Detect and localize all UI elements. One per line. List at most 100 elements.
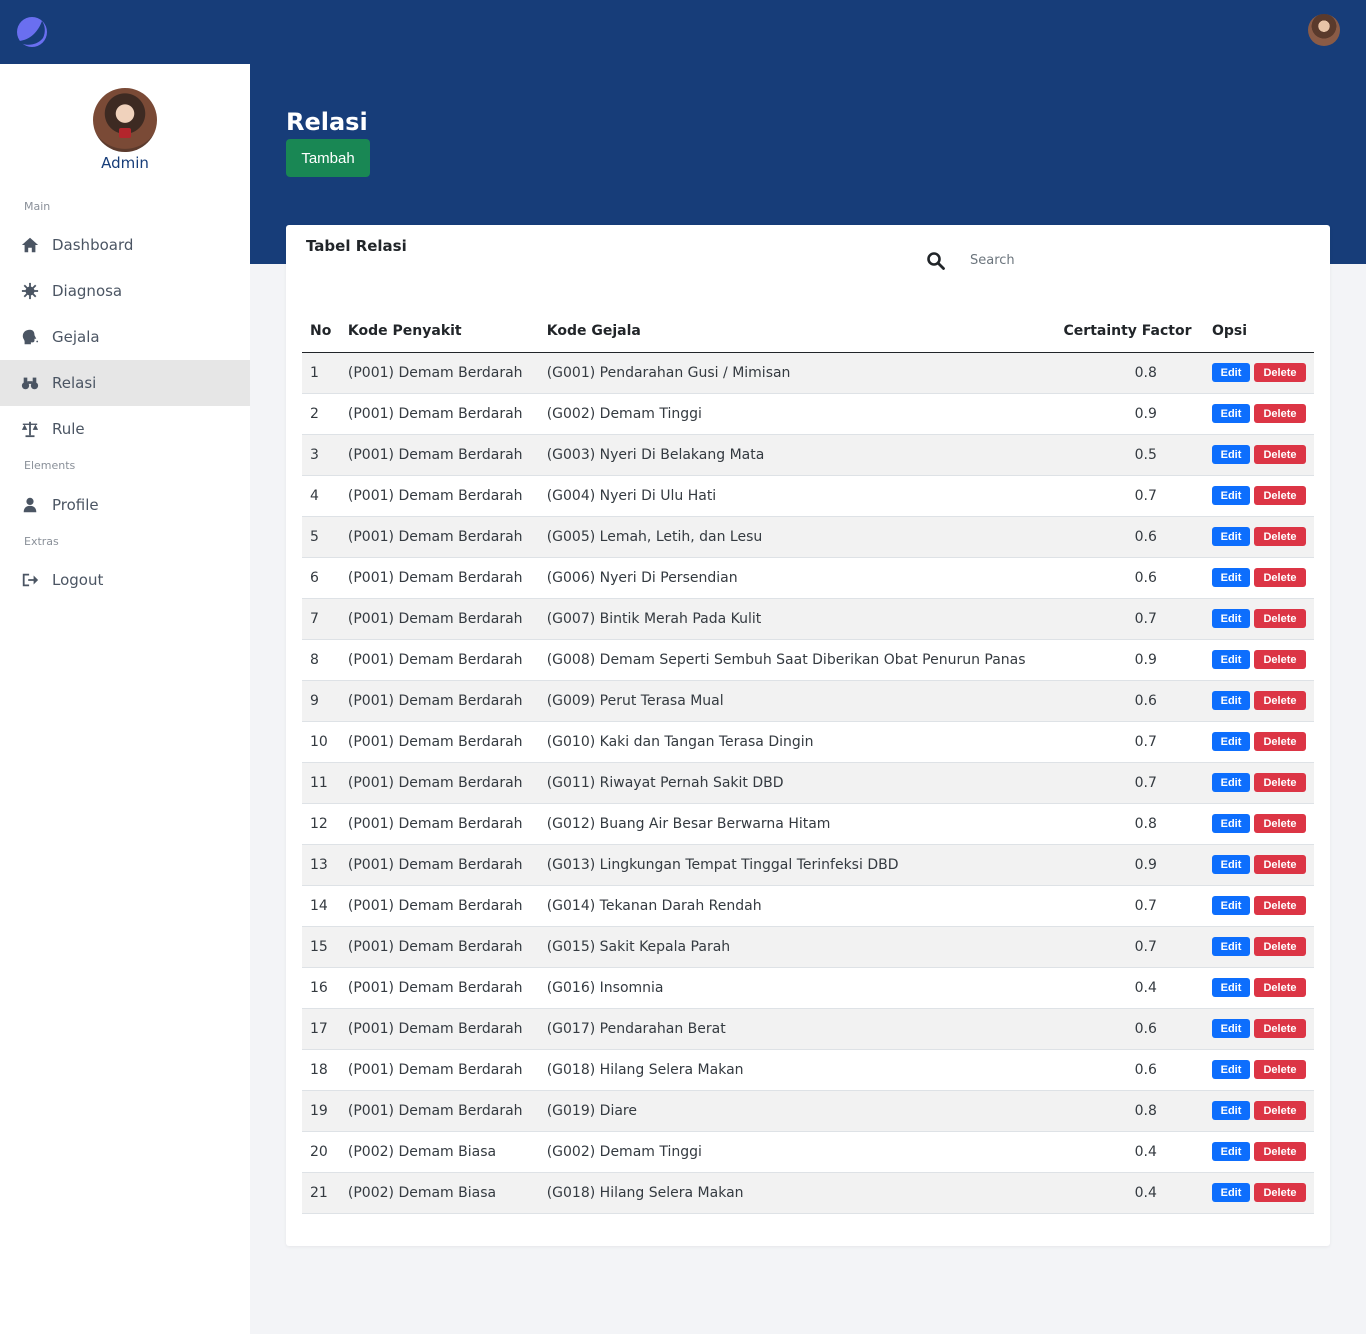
delete-button[interactable]: Delete	[1254, 445, 1306, 464]
cell-opsi: Edit Delete	[1204, 967, 1314, 1009]
header-kode-penyakit[interactable]: Kode Penyakit	[339, 311, 539, 353]
edit-button[interactable]: Edit	[1212, 363, 1250, 382]
edit-button[interactable]: Edit	[1212, 855, 1250, 874]
edit-button[interactable]: Edit	[1212, 1101, 1250, 1120]
delete-button[interactable]: Delete	[1254, 855, 1306, 874]
sidebar-item-relasi[interactable]: Relasi	[0, 360, 250, 406]
cell-no: 7	[302, 598, 340, 640]
edit-button[interactable]: Edit	[1212, 609, 1250, 628]
delete-button[interactable]: Delete	[1254, 978, 1306, 997]
cell-opsi: Edit Delete	[1204, 434, 1314, 476]
edit-button[interactable]: Edit	[1212, 937, 1250, 956]
table-row: 3 (P001) Demam Berdarah (G003) Nyeri Di Be…	[302, 434, 1314, 476]
delete-button[interactable]: Delete	[1254, 896, 1306, 915]
cell-no: 14	[302, 885, 340, 927]
edit-button[interactable]: Edit	[1212, 527, 1250, 546]
cell-no: 12	[302, 803, 340, 845]
cell-certainty-factor: 0.7	[1055, 926, 1204, 968]
edit-button[interactable]: Edit	[1212, 486, 1250, 505]
delete-button[interactable]: Delete	[1254, 527, 1306, 546]
delete-button[interactable]: Delete	[1254, 732, 1306, 751]
cell-opsi: Edit Delete	[1204, 762, 1314, 804]
edit-button[interactable]: Edit	[1212, 773, 1250, 792]
edit-button[interactable]: Edit	[1212, 445, 1250, 464]
table-body: 1 (P001) Demam Berdarah (G001) Pendarahan …	[302, 352, 1314, 1214]
search-icon	[927, 252, 945, 270]
delete-button[interactable]: Delete	[1254, 1142, 1306, 1161]
cell-certainty-factor: 0.7	[1055, 762, 1204, 804]
cell-opsi: Edit Delete	[1204, 680, 1314, 722]
edit-button[interactable]: Edit	[1212, 404, 1250, 423]
delete-button[interactable]: Delete	[1254, 1060, 1306, 1079]
edit-button[interactable]: Edit	[1212, 691, 1250, 710]
edit-button[interactable]: Edit	[1212, 1183, 1250, 1202]
cell-certainty-factor: 0.7	[1055, 721, 1204, 763]
delete-button[interactable]: Delete	[1254, 1019, 1306, 1038]
delete-button[interactable]: Delete	[1254, 691, 1306, 710]
table-row: 17 (P001) Demam Berdarah (G017) Pendarahan…	[302, 1008, 1314, 1050]
cell-opsi: Edit Delete	[1204, 516, 1314, 558]
cell-opsi: Edit Delete	[1204, 352, 1314, 394]
cell-no: 19	[302, 1090, 340, 1132]
cell-no: 10	[302, 721, 340, 763]
delete-button[interactable]: Delete	[1254, 1183, 1306, 1202]
cell-certainty-factor: 0.8	[1055, 352, 1204, 394]
home-icon	[20, 235, 40, 255]
header-kode-gejala[interactable]: Kode Gejala	[538, 311, 1056, 353]
binoculars-icon	[20, 373, 40, 393]
header-certainty-factor[interactable]: Certainty Factor	[1055, 311, 1204, 353]
edit-button[interactable]: Edit	[1212, 732, 1250, 751]
table-row: 7 (P001) Demam Berdarah (G007) Bintik Mera…	[302, 598, 1314, 640]
cell-no: 17	[302, 1008, 340, 1050]
cell-opsi: Edit Delete	[1204, 639, 1314, 681]
edit-button[interactable]: Edit	[1212, 650, 1250, 669]
delete-button[interactable]: Delete	[1254, 486, 1306, 505]
search-input[interactable]	[970, 247, 1270, 273]
sidebar-item-logout[interactable]: Logout	[0, 557, 250, 603]
cell-no: 18	[302, 1049, 340, 1091]
cell-opsi: Edit Delete	[1204, 844, 1314, 886]
edit-button[interactable]: Edit	[1212, 1060, 1250, 1079]
sidebar-item-profile[interactable]: Profile	[0, 482, 250, 528]
edit-button[interactable]: Edit	[1212, 814, 1250, 833]
edit-button[interactable]: Edit	[1212, 978, 1250, 997]
brand-logo-icon[interactable]	[16, 16, 48, 48]
cell-no: 6	[302, 557, 340, 599]
table-row: 13 (P001) Demam Berdarah (G013) Lingkungan…	[302, 844, 1314, 886]
sidebar-item-label: Gejala	[52, 328, 100, 346]
navbar-avatar[interactable]	[1308, 14, 1340, 46]
delete-button[interactable]: Delete	[1254, 609, 1306, 628]
edit-button[interactable]: Edit	[1212, 568, 1250, 587]
balance-scale-icon	[20, 419, 40, 439]
table-row: 6 (P001) Demam Berdarah (G006) Nyeri Di Pe…	[302, 557, 1314, 599]
sidebar-item-gejala[interactable]: Gejala	[0, 314, 250, 360]
delete-button[interactable]: Delete	[1254, 937, 1306, 956]
delete-button[interactable]: Delete	[1254, 814, 1306, 833]
delete-button[interactable]: Delete	[1254, 773, 1306, 792]
cell-no: 20	[302, 1131, 340, 1173]
edit-button[interactable]: Edit	[1212, 896, 1250, 915]
delete-button[interactable]: Delete	[1254, 404, 1306, 423]
cell-no: 8	[302, 639, 340, 681]
edit-button[interactable]: Edit	[1212, 1142, 1250, 1161]
sidebar-item-rule[interactable]: Rule	[0, 406, 250, 452]
header-no[interactable]: No	[302, 311, 340, 353]
edit-button[interactable]: Edit	[1212, 1019, 1250, 1038]
delete-button[interactable]: Delete	[1254, 568, 1306, 587]
sidebar-item-diagnosa[interactable]: Diagnosa	[0, 268, 250, 314]
cell-no: 3	[302, 434, 340, 476]
delete-button[interactable]: Delete	[1254, 1101, 1306, 1120]
cell-kode-penyakit: (P001) Demam Berdarah	[339, 885, 539, 927]
cell-kode-penyakit: (P002) Demam Biasa	[339, 1172, 539, 1214]
cell-certainty-factor: 0.6	[1055, 1049, 1204, 1091]
cell-no: 2	[302, 393, 340, 435]
sidebar-item-dashboard[interactable]: Dashboard	[0, 222, 250, 268]
table-row: 19 (P001) Demam Berdarah (G019) Diare 0.8 Ed…	[302, 1090, 1314, 1132]
cell-opsi: Edit Delete	[1204, 598, 1314, 640]
delete-button[interactable]: Delete	[1254, 363, 1306, 382]
add-button[interactable]: Tambah	[286, 139, 370, 177]
cell-certainty-factor: 0.4	[1055, 967, 1204, 1009]
delete-button[interactable]: Delete	[1254, 650, 1306, 669]
sidebar-item-label: Profile	[52, 496, 99, 514]
cell-opsi: Edit Delete	[1204, 475, 1314, 517]
